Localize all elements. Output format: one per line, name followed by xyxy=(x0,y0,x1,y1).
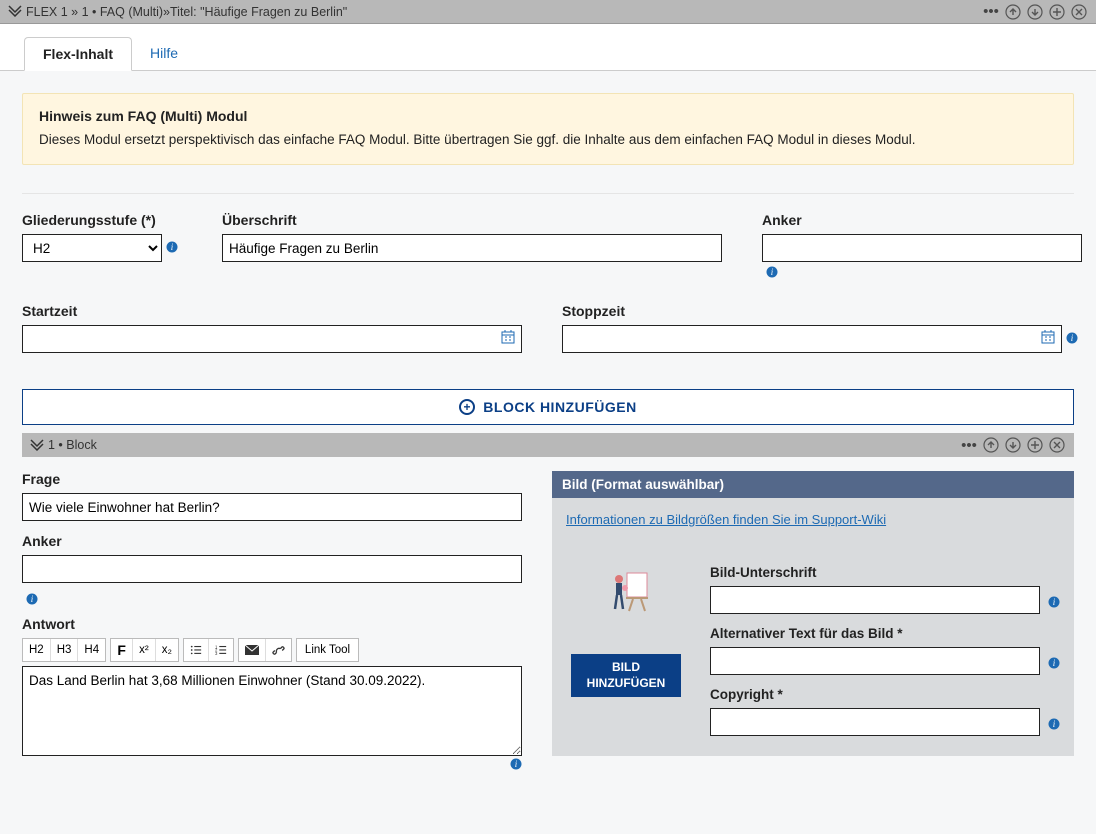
block-header: 1 • Block ••• xyxy=(22,433,1074,457)
plus-icon: + xyxy=(459,399,475,415)
hint-title: Hinweis zum FAQ (Multi) Modul xyxy=(39,108,1057,124)
rte-sub-button[interactable]: x₂ xyxy=(156,639,178,661)
bild-hinzufuegen-button[interactable]: BILD HINZUFÜGEN xyxy=(571,654,681,697)
rte-h3-button[interactable]: H3 xyxy=(51,639,79,661)
divider xyxy=(22,193,1074,194)
breadcrumb: FLEX 1 » 1 • FAQ (Multi)»Titel: "Häufige… xyxy=(8,3,347,20)
anker-input[interactable] xyxy=(762,234,1082,262)
info-icon[interactable]: i xyxy=(1048,657,1060,672)
info-icon[interactable]: i xyxy=(766,266,1092,281)
breadcrumb-text: FLEX 1 » 1 • FAQ (Multi)»Titel: "Häufige… xyxy=(26,5,347,19)
rte-ul-button[interactable] xyxy=(184,639,209,661)
header-icon-group: ••• xyxy=(982,3,1088,21)
rte-mail-button[interactable] xyxy=(239,639,266,661)
frage-label: Frage xyxy=(22,471,522,487)
move-up-icon[interactable] xyxy=(1004,3,1022,21)
module-header: FLEX 1 » 1 • FAQ (Multi)»Titel: "Häufige… xyxy=(0,0,1096,24)
frage-input[interactable] xyxy=(22,493,522,521)
bild-caption-label: Bild-Unterschrift xyxy=(710,565,1060,580)
close-icon[interactable] xyxy=(1048,436,1066,454)
bild-placeholder-icon xyxy=(599,559,654,614)
startzeit-label: Startzeit xyxy=(22,303,532,319)
rte-h4-button[interactable]: H4 xyxy=(78,639,105,661)
antwort-textarea[interactable]: Das Land Berlin hat 3,68 Millionen Einwo… xyxy=(22,666,522,756)
bild-alt-label: Alternativer Text für das Bild * xyxy=(710,626,1060,641)
gliederungsstufe-label: Gliederungsstufe (*) xyxy=(22,212,192,228)
bild-caption-input[interactable] xyxy=(710,586,1040,614)
rte-link-tool-button[interactable]: Link Tool xyxy=(297,639,358,661)
block-title: 1 • Block xyxy=(48,438,97,452)
bild-alt-input[interactable] xyxy=(710,647,1040,675)
rte-sup-button[interactable]: x² xyxy=(133,639,156,661)
gliederungsstufe-select[interactable]: H2 xyxy=(22,234,162,262)
close-icon[interactable] xyxy=(1070,3,1088,21)
bild-copyright-input[interactable] xyxy=(710,708,1040,736)
rte-toolbar: H2 H3 H4 F x² x₂ 123 xyxy=(22,638,522,662)
content-area: Hinweis zum FAQ (Multi) Modul Dieses Mod… xyxy=(0,71,1096,795)
more-icon[interactable]: ••• xyxy=(982,3,1000,21)
rte-ol-button[interactable]: 123 xyxy=(209,639,233,661)
info-icon[interactable]: i xyxy=(1048,718,1060,733)
tab-flex-inhalt[interactable]: Flex-Inhalt xyxy=(24,37,132,71)
block-anker-input[interactable] xyxy=(22,555,522,583)
ueberschrift-label: Überschrift xyxy=(222,212,732,228)
ueberschrift-input[interactable] xyxy=(222,234,722,262)
collapse-icon[interactable] xyxy=(30,437,44,454)
add-icon[interactable] xyxy=(1048,3,1066,21)
rte-h2-button[interactable]: H2 xyxy=(23,639,51,661)
block-add-button[interactable]: + BLOCK HINZUFÜGEN xyxy=(22,389,1074,425)
antwort-label: Antwort xyxy=(22,616,522,632)
add-icon[interactable] xyxy=(1026,436,1044,454)
anker-label: Anker xyxy=(762,212,1092,228)
calendar-icon[interactable] xyxy=(1039,330,1057,348)
info-icon[interactable]: i xyxy=(166,241,178,256)
more-icon[interactable]: ••• xyxy=(960,436,978,454)
bild-info-link[interactable]: Informationen zu Bildgrößen finden Sie i… xyxy=(566,512,1060,527)
info-icon[interactable]: i xyxy=(1048,596,1060,611)
info-icon[interactable]: i xyxy=(510,758,522,773)
tab-hilfe[interactable]: Hilfe xyxy=(132,37,196,71)
rte-bold-button[interactable]: F xyxy=(111,639,133,661)
rte-link-button[interactable] xyxy=(266,639,291,661)
move-down-icon[interactable] xyxy=(1004,436,1022,454)
hint-text: Dieses Modul ersetzt perspektivisch das … xyxy=(39,130,1057,150)
bild-panel-title: Bild (Format auswählbar) xyxy=(552,471,1074,498)
stopzeit-label: Stoppzeit xyxy=(562,303,1078,319)
calendar-icon[interactable] xyxy=(499,330,517,348)
info-icon[interactable]: i xyxy=(26,593,38,608)
startzeit-input[interactable] xyxy=(23,326,499,352)
svg-text:3: 3 xyxy=(215,651,218,656)
move-up-icon[interactable] xyxy=(982,436,1000,454)
tabs-row: Flex-Inhalt Hilfe xyxy=(0,24,1096,71)
bild-copyright-label: Copyright * xyxy=(710,687,1060,702)
bild-panel: Informationen zu Bildgrößen finden Sie i… xyxy=(552,498,1074,756)
collapse-icon[interactable] xyxy=(8,3,22,20)
move-down-icon[interactable] xyxy=(1026,3,1044,21)
stopzeit-input[interactable] xyxy=(563,326,1039,352)
info-icon[interactable]: i xyxy=(1066,332,1078,347)
hint-box: Hinweis zum FAQ (Multi) Modul Dieses Mod… xyxy=(22,93,1074,165)
block-anker-label: Anker xyxy=(22,533,522,549)
